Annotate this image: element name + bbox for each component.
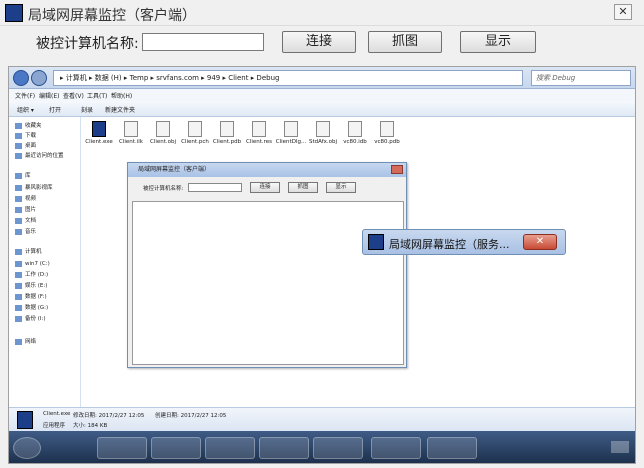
file-icon <box>220 121 234 137</box>
app-icon <box>368 234 384 250</box>
nav-item: 库 <box>15 171 31 181</box>
file-item: ClientDlg... <box>275 121 307 155</box>
explorer-command-bar: 组织 ▾ 打开 刻录 新建文件夹 <box>9 101 635 117</box>
file-icon <box>380 121 394 137</box>
mini-capture-button: 抓图 <box>288 182 318 193</box>
mini-client-window: 局域网屏幕监控（客户端） 被控计算机名称: 连接 抓图 显示 <box>127 162 407 368</box>
menu-item: 工具(T) <box>87 93 108 100</box>
mini-show-button: 显示 <box>326 182 356 193</box>
file-icon <box>316 121 330 137</box>
mini-input <box>188 183 242 192</box>
details-pane: Client.exe 修改日期: 2017/2/27 12:05 创建日期: 2… <box>9 407 635 431</box>
computer-name-label: 被控计算机名称: <box>36 36 139 52</box>
forward-icon <box>31 70 47 86</box>
nav-item: 工作 (D:) <box>15 270 48 280</box>
command-item: 组织 ▾ <box>17 107 34 114</box>
menu-item: 查看(V) <box>63 93 84 100</box>
nav-item: 图片 <box>15 205 36 215</box>
file-item: StdAfx.obj <box>307 121 339 155</box>
nav-item: 数据 (F:) <box>15 292 47 302</box>
file-item: Client.res <box>243 121 275 155</box>
nav-item: 计算机 <box>15 247 42 257</box>
control-row: 被控计算机名称: 连接 抓图 显示 <box>0 26 644 58</box>
nav-item: 最近访问的位置 <box>15 151 64 161</box>
address-bar: ▸ 计算机 ▸ 数据 (H) ▸ Temp ▸ srvfans.com ▸ 94… <box>9 67 635 89</box>
server-window-tab: 局域网屏幕监控（服务... ✕ <box>362 229 566 255</box>
file-item: Client.exe <box>83 121 115 155</box>
nav-item: 音乐 <box>15 227 36 237</box>
computer-name-input[interactable] <box>142 33 264 51</box>
taskbar-button <box>313 437 363 459</box>
explorer-menubar: 文件(F) 编辑(E) 查看(V) 工具(T) 帮助(H) <box>9 89 635 101</box>
file-icon <box>252 121 266 137</box>
file-item: vc80.pdb <box>371 121 403 155</box>
file-icon <box>284 121 298 137</box>
file-item: vc80.idb <box>339 121 371 155</box>
nav-item: 备份 (I:) <box>15 314 46 324</box>
clock-icon <box>611 441 629 453</box>
start-orb-icon <box>13 437 41 459</box>
command-item: 打开 <box>49 107 62 114</box>
file-item: Client.ilk <box>115 121 147 155</box>
menu-item: 帮助(H) <box>111 93 133 100</box>
mini-connect-button: 连接 <box>250 182 280 193</box>
command-item: 新建文件夹 <box>105 107 136 114</box>
nav-item: 娱乐 (E:) <box>15 281 47 291</box>
title-bar: 局域网屏幕监控（客户端） ✕ <box>0 0 644 26</box>
close-icon <box>391 165 403 174</box>
exe-file-icon <box>92 121 106 137</box>
close-button[interactable]: ✕ <box>614 4 632 20</box>
taskbar-button <box>205 437 255 459</box>
file-icon <box>124 121 138 137</box>
mini-label: 被控计算机名称: <box>143 186 184 192</box>
taskbar-button <box>151 437 201 459</box>
server-window-title: 局域网屏幕监控（服务... <box>389 238 510 251</box>
exe-file-icon <box>17 411 33 429</box>
close-icon: ✕ <box>523 234 557 250</box>
taskbar-button <box>259 437 309 459</box>
mini-display-panel <box>132 201 404 365</box>
remote-taskbar <box>9 431 635 463</box>
detail-size: 大小: 184 KB <box>73 423 108 429</box>
menu-item: 编辑(E) <box>39 93 60 100</box>
connect-button[interactable]: 连接 <box>282 31 356 53</box>
menu-item: 文件(F) <box>15 93 36 100</box>
file-item: Client.pdb <box>211 121 243 155</box>
nav-item: 下载 <box>15 131 36 141</box>
nav-item: 数据 (G:) <box>15 303 48 313</box>
taskbar-button <box>371 437 421 459</box>
file-icon <box>156 121 170 137</box>
back-icon <box>13 70 29 86</box>
detail-modified: 修改日期: 2017/2/27 12:05 <box>73 413 145 419</box>
app-icon <box>5 4 23 22</box>
file-item: Client.pch <box>179 121 211 155</box>
show-button[interactable]: 显示 <box>460 31 536 53</box>
search-field: 搜索 Debug <box>531 70 631 86</box>
capture-button[interactable]: 抓图 <box>368 31 442 53</box>
nav-item: 文档 <box>15 216 36 226</box>
mini-window-title: 局域网屏幕监控（客户端） <box>128 163 406 177</box>
window-title: 局域网屏幕监控（客户端） <box>28 8 196 24</box>
detail-created: 创建日期: 2017/2/27 12:05 <box>155 413 227 419</box>
navigation-pane: 收藏夹 下载 桌面 最近访问的位置 库 暴风影视库 视频 图片 文档 音乐 计算… <box>9 117 81 407</box>
command-item: 刻录 <box>81 107 94 114</box>
captured-screenshot[interactable]: ▸ 计算机 ▸ 数据 (H) ▸ Temp ▸ srvfans.com ▸ 94… <box>8 66 636 464</box>
nav-item: win7 (C:) <box>15 259 50 269</box>
file-icon <box>188 121 202 137</box>
taskbar-button <box>97 437 147 459</box>
file-item: Client.obj <box>147 121 179 155</box>
detail-name: Client.exe <box>43 411 71 417</box>
nav-item: 视频 <box>15 194 36 204</box>
taskbar-button <box>427 437 477 459</box>
nav-item: 桌面 <box>15 141 36 151</box>
address-path: ▸ 计算机 ▸ 数据 (H) ▸ Temp ▸ srvfans.com ▸ 94… <box>53 70 523 86</box>
file-icon <box>348 121 362 137</box>
nav-item: 网络 <box>15 337 36 347</box>
nav-item: 暴风影视库 <box>15 183 53 193</box>
detail-type: 应用程序 <box>43 423 66 429</box>
nav-item: 收藏夹 <box>15 121 42 131</box>
